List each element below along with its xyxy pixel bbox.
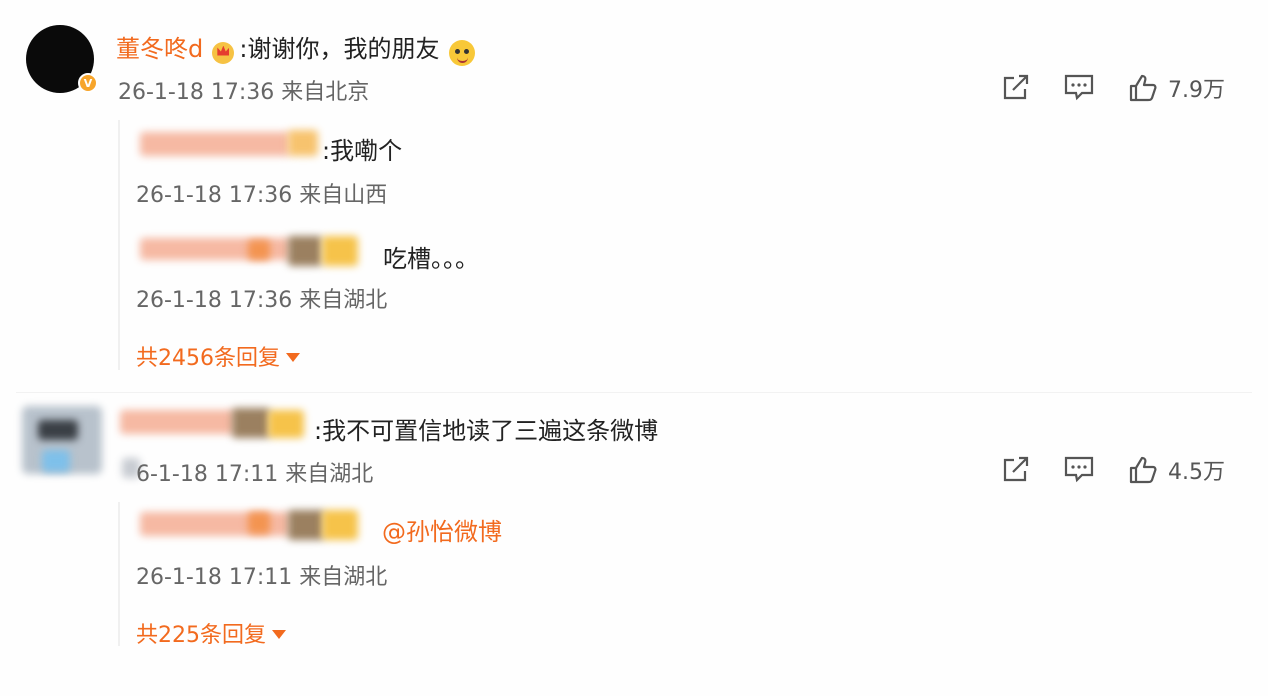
comment-button[interactable] [1063, 73, 1095, 105]
blurred-avatar [288, 236, 322, 266]
reply-text: 吃槽。。。 [383, 245, 479, 273]
blurred-avatar-detail [38, 420, 78, 440]
comment-text: :谢谢你，我的朋友 [239, 35, 440, 63]
reply-meta: 26-1-18 17:36 来自山西 [136, 183, 388, 208]
caret-down-icon [272, 629, 286, 639]
blurred-avatar [232, 408, 270, 438]
thumbs-up-icon [1129, 456, 1157, 484]
share-button[interactable] [1000, 455, 1032, 487]
share-icon [1003, 456, 1029, 482]
blurred-badge [248, 240, 270, 260]
more-replies-label: 共2456条回复 [136, 346, 280, 371]
reply-meta: 26-1-18 17:36 来自湖北 [136, 288, 388, 313]
comment-icon [1064, 456, 1094, 483]
comment-icon [1064, 74, 1094, 101]
comment-meta: 6-1-18 17:11 来自湖北 [136, 462, 374, 487]
thumbs-up-icon [1129, 74, 1157, 102]
divider [16, 392, 1252, 393]
share-button[interactable] [1000, 73, 1032, 105]
reply-meta: 26-1-18 17:11 来自湖北 [136, 565, 388, 590]
more-replies-link[interactable]: 共2456条回复 [136, 340, 300, 372]
more-replies-link[interactable]: 共225条回复 [136, 617, 286, 649]
reply-thread-line [118, 120, 120, 370]
blurred-username [120, 410, 235, 434]
username[interactable]: 董冬咚d [116, 35, 203, 63]
blurred-badge [322, 510, 358, 540]
comment-meta: 26-1-18 17:36 来自北京 [118, 80, 370, 105]
verified-badge-icon: V [78, 73, 98, 93]
blurred-badge [268, 410, 304, 438]
blurred-username [140, 132, 290, 156]
comment-button[interactable] [1063, 455, 1095, 487]
blurred-avatar [288, 510, 324, 540]
mention-link[interactable]: @孙怡微博 [382, 512, 502, 547]
reply-text: :我嘞个 [322, 137, 403, 165]
like-button[interactable]: 7.9万 [1128, 72, 1225, 104]
comment-header: 董冬咚d :谢谢你，我的朋友 [116, 29, 475, 66]
like-button[interactable]: 4.5万 [1128, 454, 1225, 486]
reply-thread-line [118, 502, 120, 646]
blurred-badge [288, 130, 318, 156]
smile-emoji-icon [448, 39, 475, 66]
like-count: 7.9万 [1168, 78, 1225, 103]
blurred-avatar-detail [42, 450, 70, 472]
crown-badge-icon [212, 41, 235, 64]
blurred-badge [322, 236, 358, 266]
share-icon [1003, 74, 1029, 100]
like-count: 4.5万 [1168, 460, 1225, 485]
more-replies-label: 共225条回复 [136, 623, 266, 648]
caret-down-icon [286, 352, 300, 362]
comment-text: :我不可置信地读了三遍这条微博 [314, 417, 659, 445]
blurred-badge [248, 512, 270, 534]
